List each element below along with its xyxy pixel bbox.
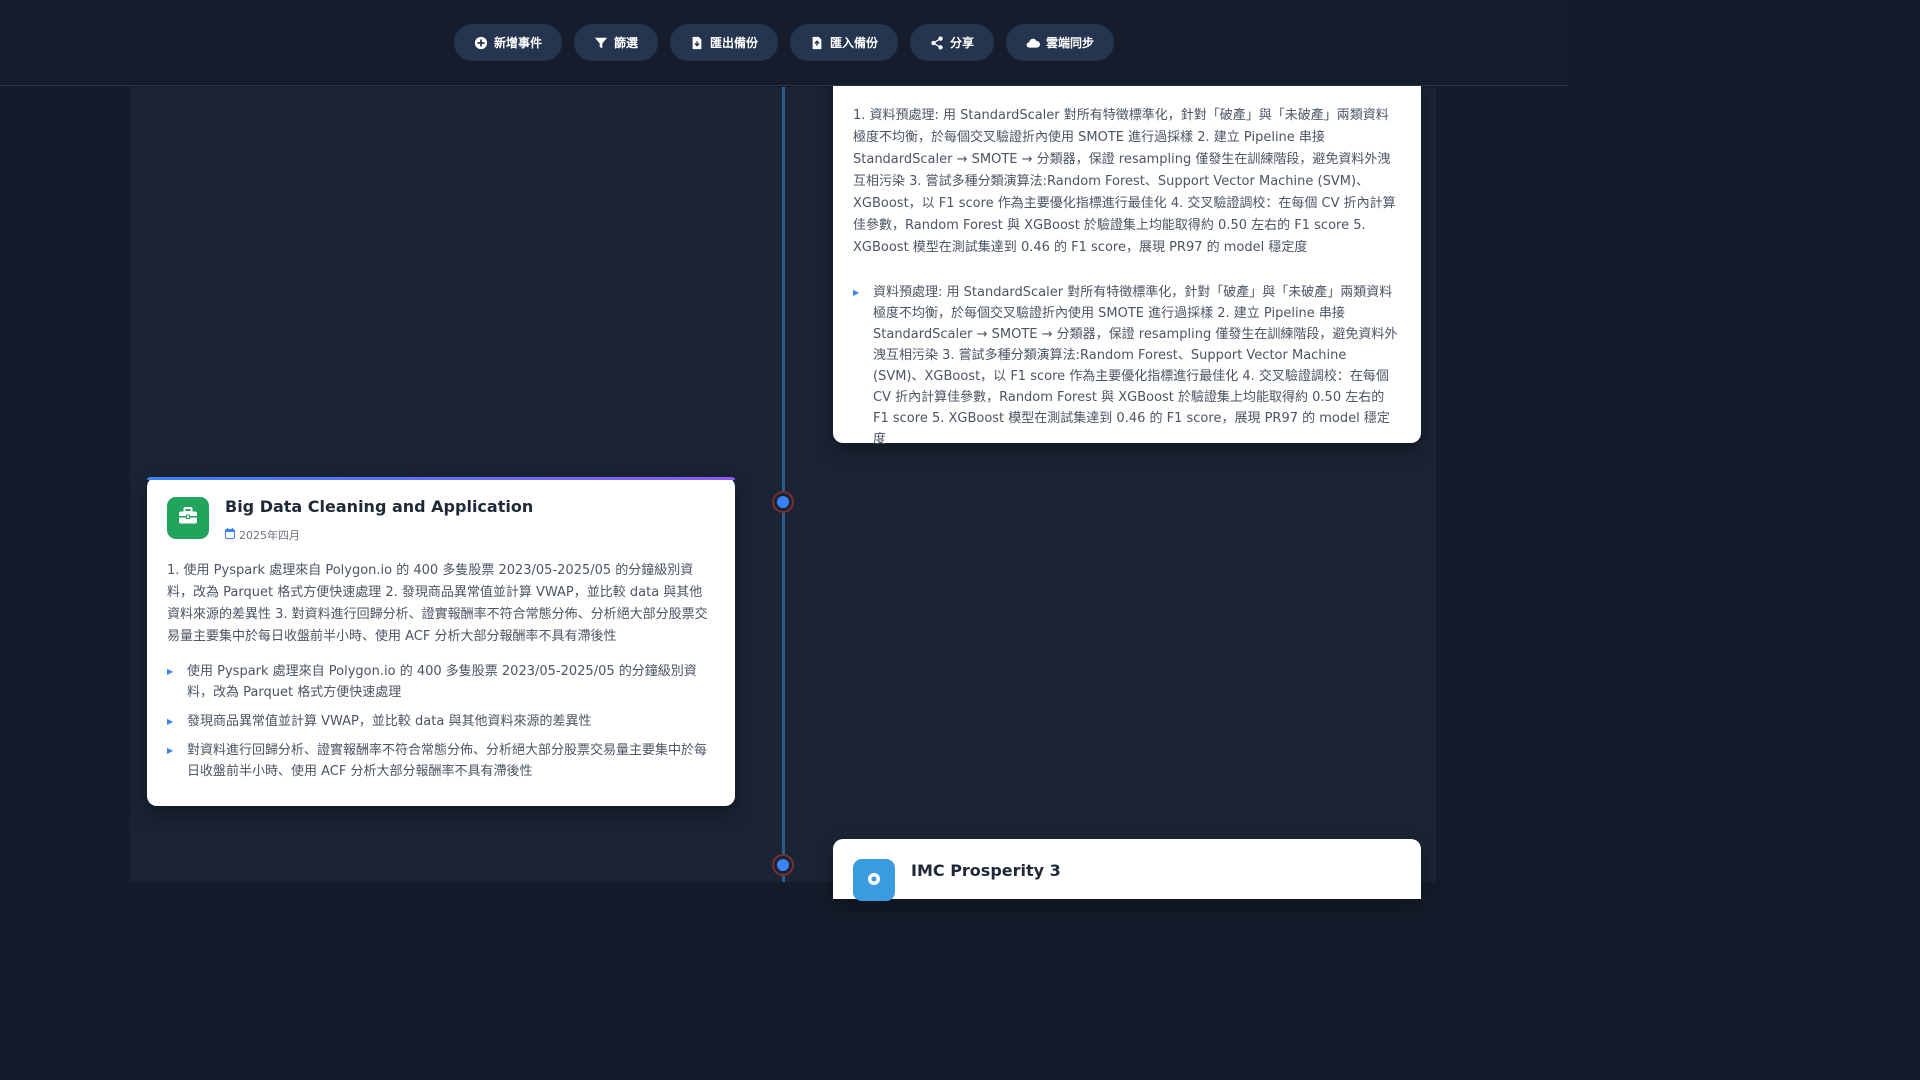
share-button[interactable]: 分享 [910,24,995,61]
bullet-arrow-icon: ▶ [167,746,174,755]
timeline-dot [774,856,792,874]
timeline-dot [774,493,792,511]
bullet-arrow-icon: ▶ [853,288,860,297]
cloud-sync-button[interactable]: 雲端同步 [1006,24,1115,61]
event-icon [853,859,895,901]
event-icon [167,497,209,539]
plus-circle-icon [474,36,488,50]
add-event-button[interactable]: 新增事件 [453,24,562,61]
toolbar: 新增事件 篩選 匯出備份 匯入備份 分享 雲端同步 [0,0,1568,86]
import-backup-button[interactable]: 匯入備份 [790,24,899,61]
event-card[interactable]: IMC Prosperity 3 [833,839,1421,901]
bullet-arrow-icon: ▶ [167,667,174,676]
event-bullets: ▶ 資料預處理: 用 StandardScaler 對所有特徵標準化，針對「破產… [853,282,1401,458]
list-item: ▶ 發現商品異常值並計算 VWAP，並比較 data 與其他資料來源的差異性 [167,711,715,732]
event-card[interactable]: 1. 資料預處理: 用 StandardScaler 對所有特徵標準化，針對「破… [833,75,1421,447]
share-label: 分享 [950,36,975,50]
bullet-arrow-icon: ▶ [167,717,174,726]
event-bullets: ▶ 使用 Pyspark 處理來自 Polygon.io 的 400 多隻股票 … [167,661,715,790]
event-card[interactable]: Big Data Cleaning and Application 2025年四… [147,477,735,806]
card-accent [147,477,735,480]
cloud-sync-label: 雲端同步 [1046,36,1095,50]
event-summary: 1. 資料預處理: 用 StandardScaler 對所有特徵標準化，針對「破… [853,108,1396,255]
export-backup-button[interactable]: 匯出備份 [669,24,778,61]
filter-icon [594,36,608,50]
list-item: ▶ 對資料進行回歸分析、證實報酬率不符合常態分佈、分析絕大部分股票交易量主要集中… [167,740,715,782]
event-title: Big Data Cleaning and Application [225,497,534,516]
list-item: ▶ 資料預處理: 用 StandardScaler 對所有特徵標準化，針對「破產… [853,282,1401,450]
list-item: ▶ 使用 Pyspark 處理來自 Polygon.io 的 400 多隻股票 … [167,661,715,703]
event-summary: 1. 使用 Pyspark 處理來自 Polygon.io 的 400 多隻股票… [167,563,708,644]
filter-button[interactable]: 篩選 [573,24,658,61]
share-icon [930,35,944,50]
event-title: IMC Prosperity 3 [911,861,1061,880]
calendar-icon [225,528,235,542]
file-import-icon [810,36,824,50]
event-date: 2025年四月 [225,527,300,543]
file-export-icon [690,36,704,50]
filter-label: 篩選 [613,36,638,50]
location-icon [867,871,881,890]
import-backup-label: 匯入備份 [830,36,879,50]
briefcase-icon [178,507,198,529]
export-backup-label: 匯出備份 [709,36,758,50]
timeline-line [782,87,785,882]
add-event-label: 新增事件 [493,36,542,50]
cloud-icon [1026,36,1040,50]
